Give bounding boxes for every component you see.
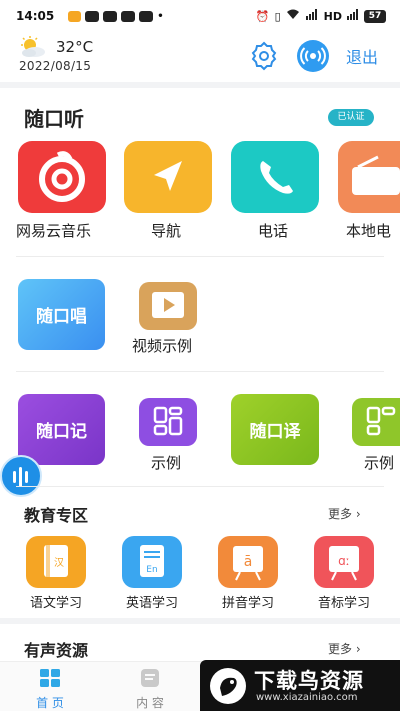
network-type: HD [323,9,342,23]
svg-text:ā: ā [244,554,253,570]
translate-button[interactable]: 随口译 [231,394,319,465]
logout-button[interactable]: 退出 [346,44,378,68]
floating-voice-button[interactable] [0,455,42,497]
pinyin-board-icon: ā [233,546,263,581]
app-notification-icon [121,10,136,22]
sound-wave-icon [300,47,326,65]
svg-text:汉: 汉 [54,557,64,569]
bird-logo-icon [210,668,246,704]
example-button[interactable] [352,398,400,446]
watermark-url: www.xiazainiao.com [256,692,358,703]
example-label: 示例 [151,454,182,472]
radio-icon [352,155,400,195]
example-label: 示例 [364,454,395,472]
divider [16,486,384,487]
watermark-title: 下载鸟资源 [254,669,364,693]
phonetic-learning-button[interactable]: ɑː [314,536,374,588]
phone-icon [260,161,293,194]
pinyin-learning-button[interactable]: ā [218,536,278,588]
voice-bars-icon [13,467,28,487]
site-watermark: 下载鸟资源 www.xiazainiao.com [200,660,400,711]
example-grid-icon [153,406,183,436]
tab-home[interactable]: 首 页 [20,668,80,711]
section-title-education: 教育专区 [24,506,89,525]
chat-icon [85,10,100,22]
phone-app[interactable] [231,141,319,213]
english-learning-button[interactable]: En [122,536,182,588]
tab-home-label: 首 页 [36,696,64,710]
verified-badge: 已认证 [328,109,374,126]
gear-icon[interactable] [248,40,280,72]
partly-sunny-icon [21,36,45,57]
svg-text:En: En [146,565,157,575]
video-example-label: 视频示例 [132,337,193,355]
divider [16,256,384,257]
divider [16,371,384,372]
signal-icon [305,9,319,23]
chinese-book-icon: 汉 [44,545,68,577]
section-title-listen: 随口听 [24,107,84,131]
more-notifications-icon: • [157,10,164,22]
tab-content-label: 内 容 [136,696,164,710]
video-example-button[interactable] [139,282,197,330]
svg-text:ɑː: ɑː [338,554,350,568]
divider [0,618,400,624]
example-button[interactable] [139,398,197,446]
audio-more-link[interactable]: 更多 › [328,640,361,657]
section-title-audio: 有声资源 [24,641,89,660]
signal-icon [347,9,359,23]
education-more-link[interactable]: 更多 › [328,505,361,522]
edu-label: 英语学习 [125,596,178,611]
phonetic-board-icon: ɑː [329,546,359,581]
sing-button[interactable]: 随口唱 [18,279,105,350]
english-doc-icon: En [140,545,164,577]
divider [0,82,400,88]
app-notification-icon [139,10,154,22]
temperature: 32°C [56,38,94,56]
vibrate-icon: ▯ [274,9,281,23]
local-radio-app[interactable] [338,141,400,213]
note-button[interactable]: 随口记 [18,394,105,465]
netease-music-app[interactable] [18,141,106,213]
navigation-arrow-icon [154,161,182,191]
app-label: 电话 [258,222,289,240]
example-grid-icon [366,406,396,436]
battery-icon: 57 [364,9,386,23]
status-bar: 14:05 • ⏰ ▯ HD 57 [0,0,400,32]
date: 2022/08/15 [19,59,92,73]
edu-label: 拼音学习 [221,596,274,611]
alarm-icon: ⏰ [255,9,270,23]
navigation-app[interactable] [124,141,212,213]
play-video-icon [152,292,184,318]
app-header: 32°C 2022/08/15 退出 [0,32,400,80]
app-label: 本地电 [346,222,392,240]
netease-music-icon [39,151,85,202]
wifi-icon [286,9,300,23]
home-grid-icon [40,669,60,687]
app-label: 网易云音乐 [16,222,92,240]
tab-content[interactable]: 内 容 [120,668,180,711]
content-doc-icon [141,669,159,687]
app-notification-icon [103,10,118,22]
edu-label: 语文学习 [29,596,82,611]
mic-icon [68,10,82,22]
voice-wave-button[interactable] [297,40,329,72]
status-time: 14:05 [16,9,55,23]
chinese-learning-button[interactable]: 汉 [26,536,86,588]
edu-label: 音标学习 [317,596,370,611]
app-label: 导航 [151,222,182,240]
